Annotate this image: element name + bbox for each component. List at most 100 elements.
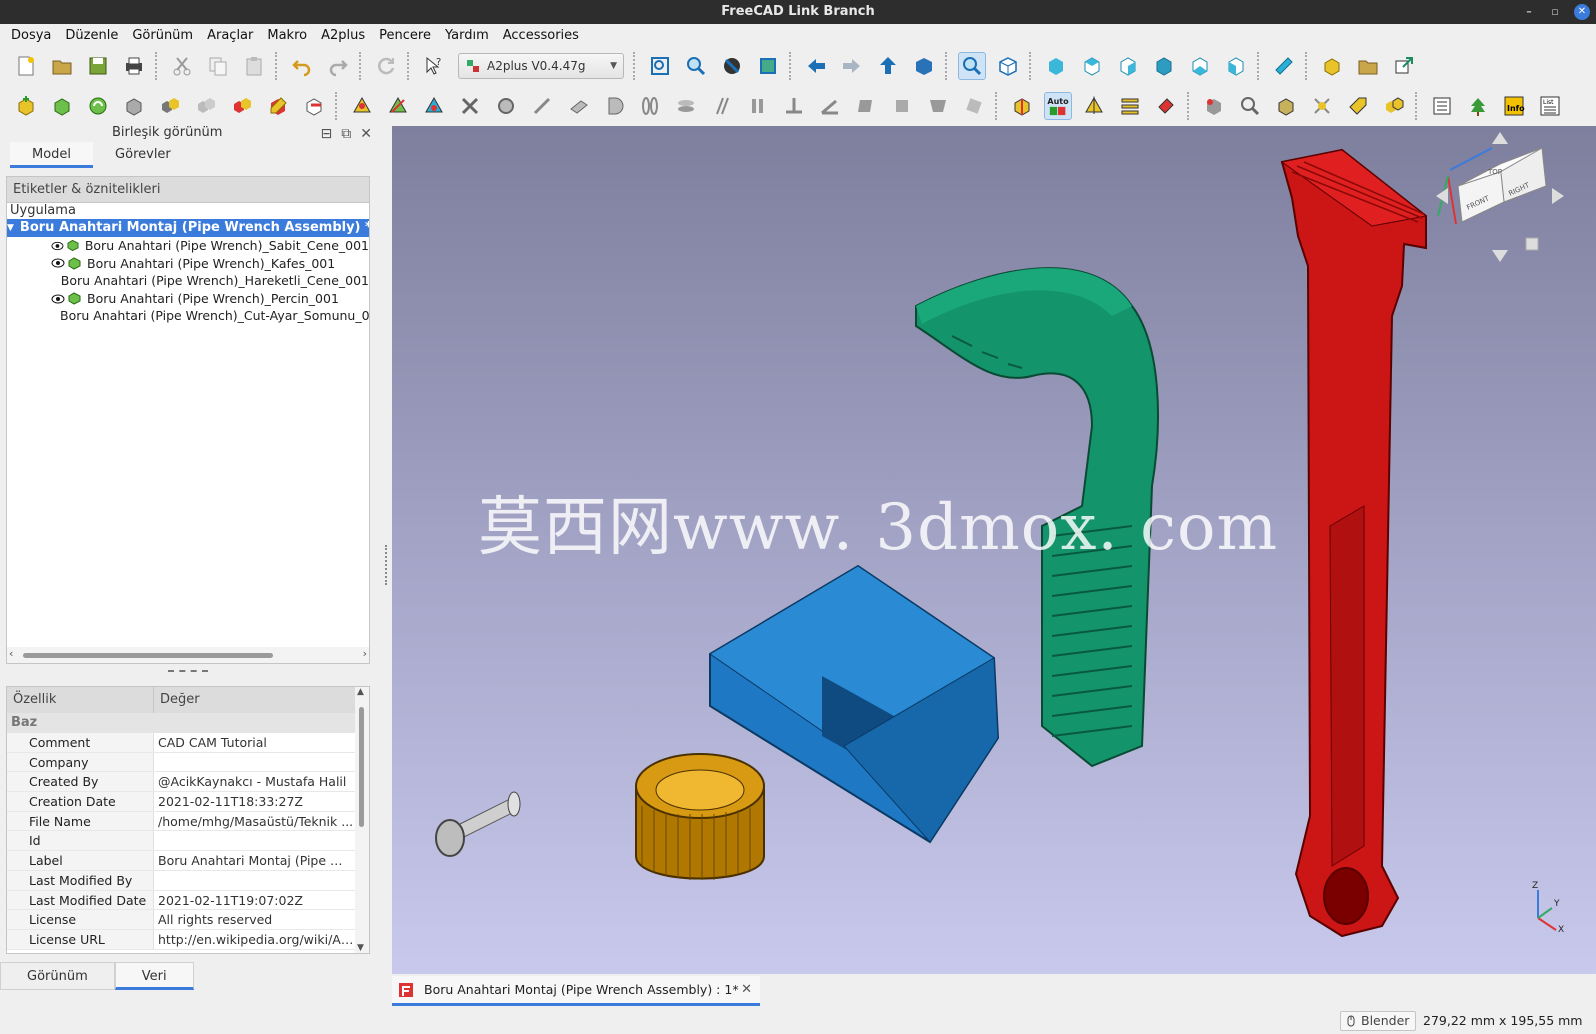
face-coincident-icon[interactable]: [924, 92, 952, 120]
tree-horizontal-scrollbar[interactable]: ‹ ›: [7, 647, 369, 663]
tree-item[interactable]: Boru Anahtari (Pipe Wrench)_Kafes_001: [7, 255, 369, 273]
isometric-view-icon[interactable]: [994, 52, 1022, 80]
navcube-down-arrow-icon[interactable]: [1492, 250, 1508, 262]
parts-info-icon[interactable]: Info: [1500, 92, 1528, 120]
property-vertical-scrollbar[interactable]: ▲ ▼: [355, 687, 369, 953]
refresh-icon[interactable]: [372, 52, 400, 80]
isolate-icon[interactable]: [1308, 92, 1336, 120]
show-elements-icon[interactable]: [1152, 92, 1180, 120]
plane-parallel-icon[interactable]: [744, 92, 772, 120]
property-value[interactable]: [154, 753, 354, 772]
menu-gorunum[interactable]: Görünüm: [125, 28, 200, 43]
constraint-point-icon[interactable]: [348, 92, 376, 120]
parts-list-icon[interactable]: List: [1536, 92, 1564, 120]
add-part-icon[interactable]: [12, 92, 40, 120]
menu-a2plus[interactable]: A2plus: [314, 28, 372, 43]
sphere-center-icon[interactable]: [600, 92, 628, 120]
measure-icon[interactable]: [1270, 52, 1298, 80]
3d-viewport[interactable]: TOP FRONT RIGHT Z X Y 莫西网www. 3dmox. com: [392, 126, 1596, 974]
right-view-icon[interactable]: [1114, 52, 1142, 80]
tree-icon[interactable]: [1464, 92, 1492, 120]
tree-item[interactable]: Boru Anahtari (Pipe Wrench)_Percin_001: [7, 290, 369, 308]
duplicate-part-icon[interactable]: [156, 92, 184, 120]
circle-edge-icon[interactable]: [492, 92, 520, 120]
point-on-line-icon[interactable]: [528, 92, 556, 120]
link-icon[interactable]: [1390, 52, 1418, 80]
planes-coincident-icon[interactable]: [852, 92, 880, 120]
perpendicular-icon[interactable]: [780, 92, 808, 120]
transparency-icon[interactable]: [1272, 92, 1300, 120]
rivet-part[interactable]: [435, 791, 521, 857]
workbench-selector[interactable]: A2plus V0.4.47g ▼: [458, 53, 624, 79]
property-value[interactable]: 2021-02-11T19:07:02Z: [154, 891, 354, 910]
navcube-up-arrow-icon[interactable]: [1492, 132, 1508, 144]
constraint-plane-icon[interactable]: [420, 92, 448, 120]
undo-icon[interactable]: [288, 52, 316, 80]
close-window-button[interactable]: ✕: [1574, 4, 1590, 20]
cut-icon[interactable]: [168, 52, 196, 80]
property-row[interactable]: License URL http://en.wikipedia.org/wiki/…: [7, 929, 369, 950]
new-document-icon[interactable]: [12, 52, 40, 80]
menu-yardim[interactable]: Yardım: [438, 28, 496, 43]
navcube-right-arrow-icon[interactable]: [1552, 188, 1564, 204]
menu-dosya[interactable]: Dosya: [4, 28, 58, 43]
property-row[interactable]: Created By @AcikKaynakcı - Mustafa Halil: [7, 772, 369, 793]
fit-all-icon[interactable]: [646, 52, 674, 80]
degrees-of-freedom-icon[interactable]: [1380, 92, 1408, 120]
property-row[interactable]: Last Modified Date 2021-02-11T19:07:02Z: [7, 890, 369, 911]
property-value[interactable]: CAD CAM Tutorial: [154, 733, 354, 752]
front-view-icon[interactable]: [1042, 52, 1070, 80]
lock-rotation-icon[interactable]: [960, 92, 988, 120]
property-row[interactable]: Last Modified By: [7, 870, 369, 891]
scroll-down-icon[interactable]: ▼: [357, 943, 364, 953]
navigation-cube[interactable]: TOP FRONT RIGHT: [1436, 132, 1564, 262]
bom-icon[interactable]: [1428, 92, 1456, 120]
property-value[interactable]: [154, 871, 354, 890]
copy-icon[interactable]: [204, 52, 232, 80]
property-row[interactable]: Label Boru Anahtari Montaj (Pipe Wr...: [7, 851, 369, 871]
rear-view-icon[interactable]: [1150, 52, 1178, 80]
minimize-button[interactable]: –: [1522, 0, 1536, 24]
navcube-menu-icon[interactable]: [1525, 237, 1539, 251]
close-tab-icon[interactable]: ✕: [741, 982, 752, 997]
menu-duzenle[interactable]: Düzenle: [58, 28, 125, 43]
menu-makro[interactable]: Makro: [260, 28, 314, 43]
tree-root-assembly[interactable]: ▼ Boru Anahtari Montaj (Pipe Wrench Asse…: [7, 219, 369, 237]
property-value[interactable]: 2021-02-11T18:33:27Z: [154, 792, 354, 811]
up-arrow-icon[interactable]: [874, 52, 902, 80]
tab-gorevler[interactable]: Görevler: [93, 142, 193, 168]
axial-icon[interactable]: [672, 92, 700, 120]
scroll-left-icon[interactable]: ‹: [9, 647, 13, 660]
property-row[interactable]: File Name/home/mhg/Masaüstü/Teknik ...: [7, 811, 369, 832]
redo-icon[interactable]: [324, 52, 352, 80]
angled-planes-icon[interactable]: [816, 92, 844, 120]
save-icon[interactable]: [84, 52, 112, 80]
scroll-right-icon[interactable]: ›: [363, 647, 367, 660]
update-imports-icon[interactable]: [84, 92, 112, 120]
point-on-plane-icon[interactable]: [564, 92, 592, 120]
tree-item[interactable]: Boru Anahtari (Pipe Wrench)_Hareketli_Ce…: [7, 272, 369, 290]
document-tab[interactable]: Boru Anahtari Montaj (Pipe Wrench Assemb…: [392, 976, 760, 1006]
handle-part[interactable]: [1280, 148, 1428, 938]
top-view-icon[interactable]: [1078, 52, 1106, 80]
eye-icon[interactable]: [51, 258, 65, 268]
vertical-splitter-handle[interactable]: [385, 545, 387, 585]
edit-part-icon[interactable]: [228, 92, 256, 120]
property-row[interactable]: Company: [7, 752, 369, 773]
tab-veri[interactable]: Veri: [114, 962, 194, 990]
left-view-icon[interactable]: [1222, 52, 1250, 80]
open-folder-icon[interactable]: [48, 52, 76, 80]
edit-constraint-icon[interactable]: [264, 92, 292, 120]
centers-coincident-icon[interactable]: [888, 92, 916, 120]
label-icon[interactable]: [1344, 92, 1372, 120]
whats-this-icon[interactable]: ?: [420, 52, 448, 80]
property-value[interactable]: All rights reserved: [154, 910, 354, 929]
draw-style-icon[interactable]: [718, 52, 746, 80]
std-views-icon[interactable]: [910, 52, 938, 80]
chevron-down-icon[interactable]: ▼: [7, 219, 14, 237]
print-icon[interactable]: [120, 52, 148, 80]
convert-part-icon[interactable]: [192, 92, 220, 120]
collapse-icon[interactable]: ⊟: [321, 126, 333, 142]
auto-solve-toggle[interactable]: Auto: [1044, 92, 1072, 120]
paste-icon[interactable]: [240, 52, 268, 80]
